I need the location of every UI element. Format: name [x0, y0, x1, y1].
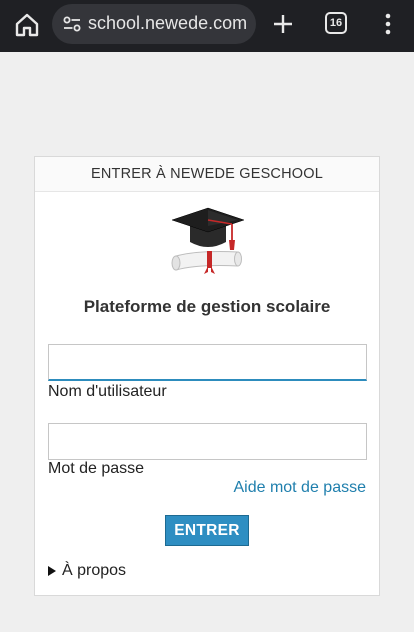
site-settings-icon[interactable] — [62, 14, 82, 34]
password-help-link[interactable]: Aide mot de passe — [233, 479, 366, 497]
new-tab-icon[interactable] — [270, 11, 296, 37]
address-bar[interactable]: school.newede.com — [52, 4, 256, 44]
tab-switcher-icon[interactable]: 16 — [325, 12, 347, 34]
menu-icon[interactable] — [376, 11, 400, 37]
tab-count: 16 — [329, 17, 343, 29]
home-icon[interactable] — [14, 12, 40, 38]
username-label: Nom d'utilisateur — [48, 383, 167, 400]
page-subtitle: Plateforme de gestion scolaire — [83, 297, 331, 316]
login-button[interactable]: ENTRER — [165, 515, 249, 546]
disclosure-triangle-icon — [48, 566, 56, 576]
browser-toolbar: school.newede.com 16 — [0, 0, 414, 52]
login-card: ENTRER À NEWEDE GESCHOOL Plateforme de g… — [34, 156, 380, 596]
card-header: ENTRER À NEWEDE GESCHOOL — [35, 157, 379, 192]
username-field[interactable] — [48, 344, 367, 381]
password-field[interactable] — [48, 423, 367, 460]
about-label: À propos — [62, 562, 127, 579]
password-label: Mot de passe — [48, 460, 145, 477]
url-text[interactable]: school.newede.com — [88, 13, 256, 34]
graduation-cap-icon — [171, 207, 245, 274]
about-toggle[interactable]: À propos — [48, 562, 126, 580]
